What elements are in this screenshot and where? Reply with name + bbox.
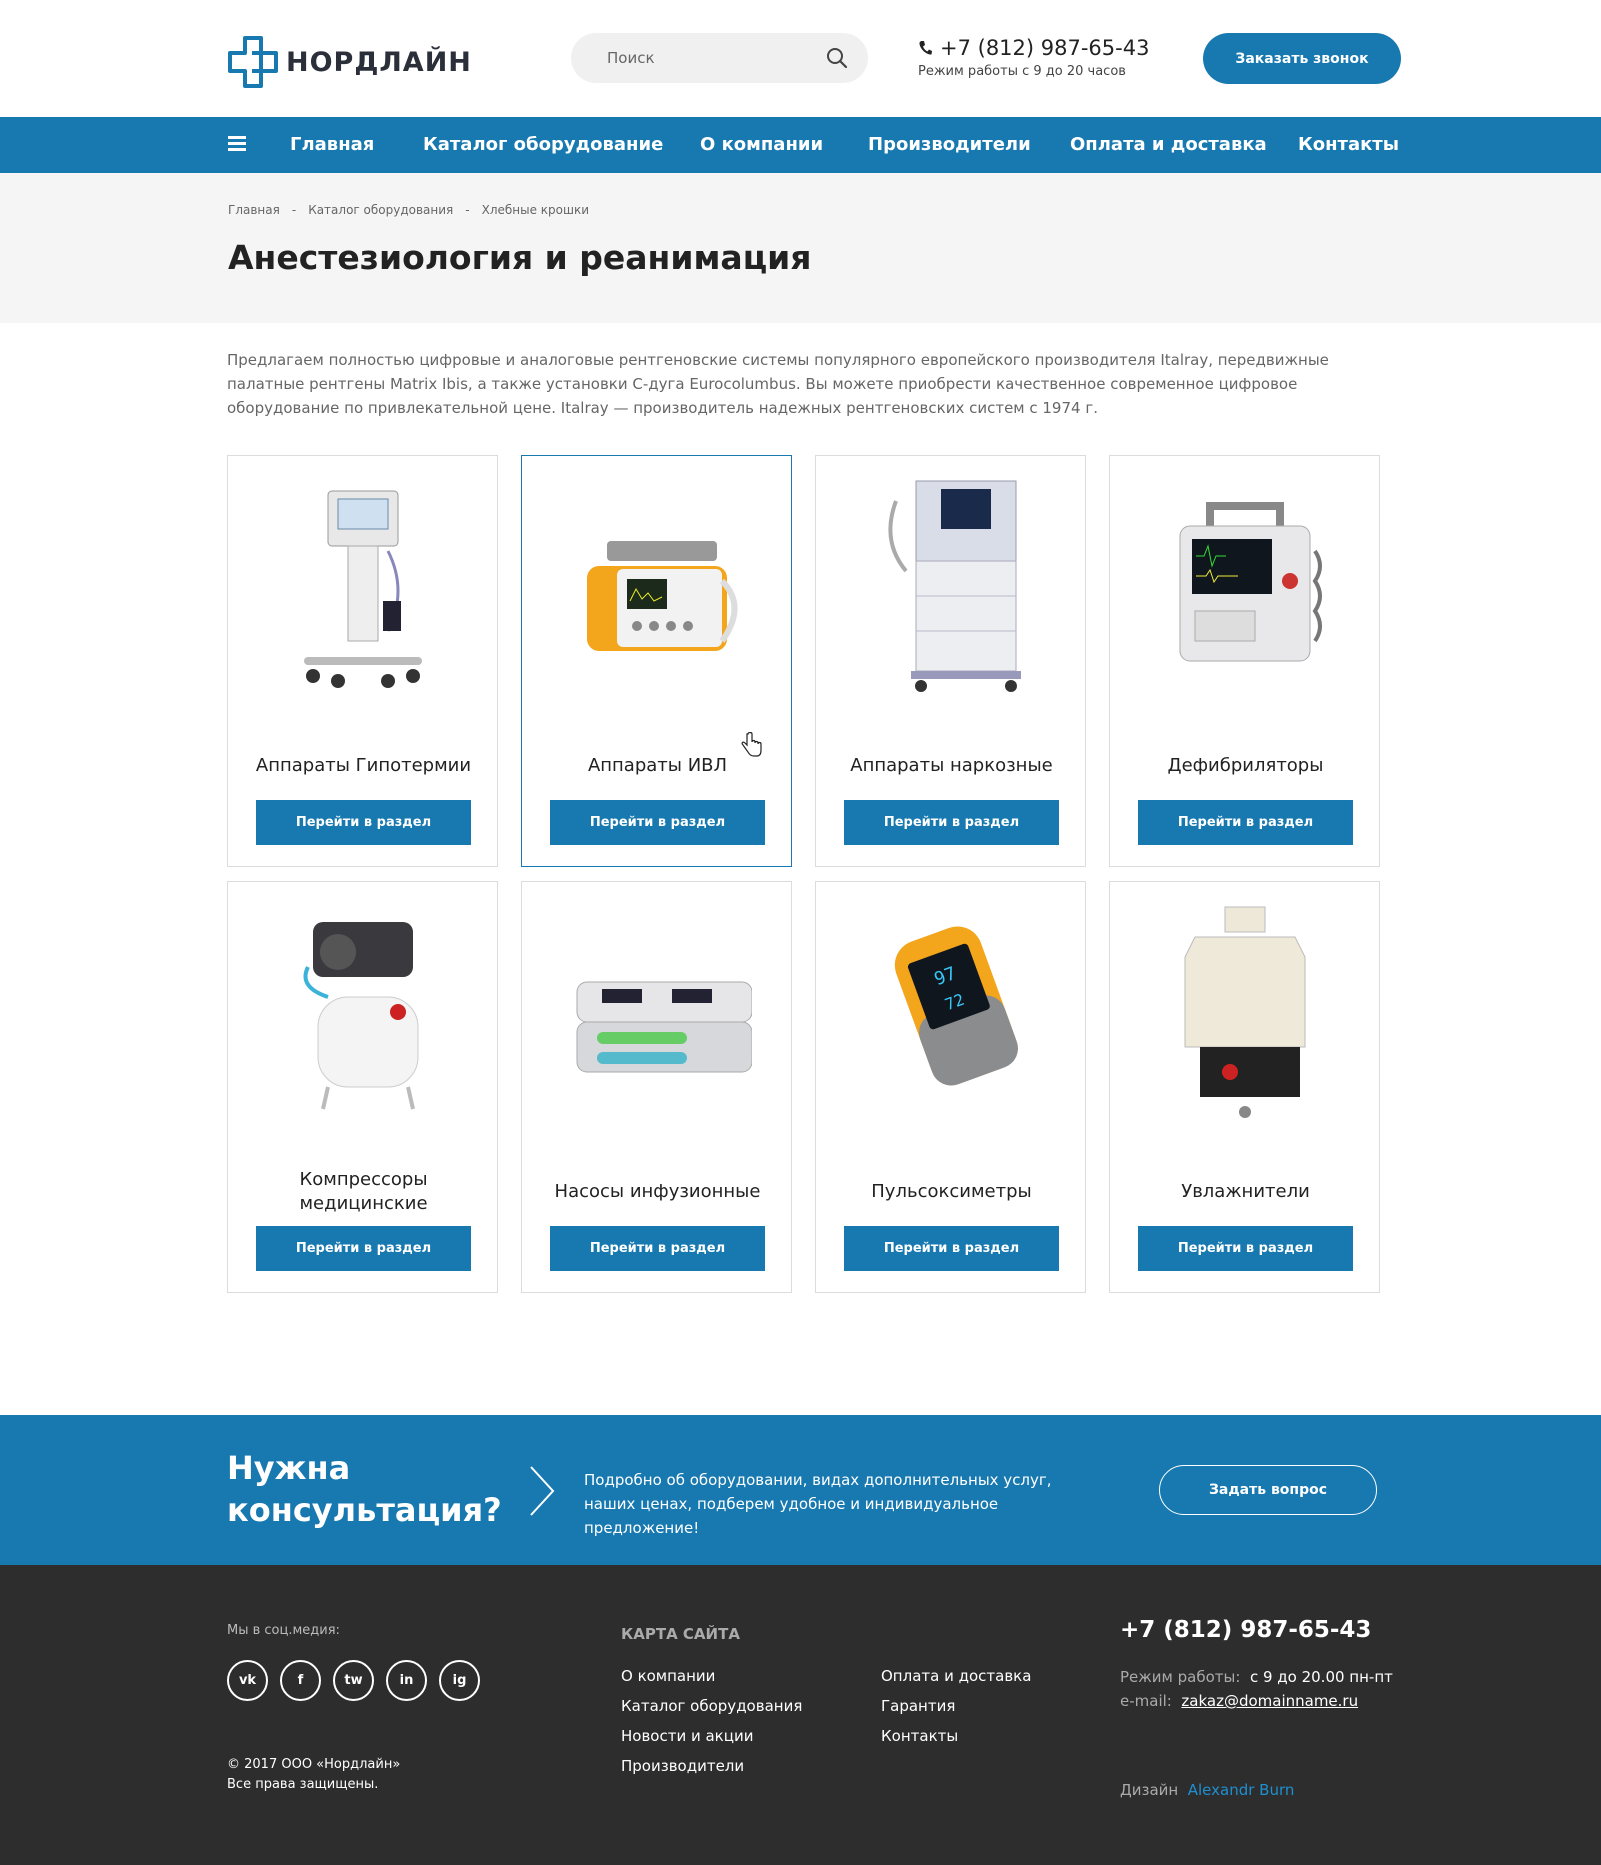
nav-item-about[interactable]: О компании (700, 117, 823, 173)
header-phone-block: +7 (812) 987-65-43 Режим работы с 9 до 2… (918, 36, 1149, 79)
infusion-pump-image (576, 981, 752, 1073)
card-title[interactable]: Компрессоры медицинские (238, 1167, 489, 1217)
category-card[interactable]: 97 72 Пульсоксиметры Перейти в раздел (815, 881, 1086, 1293)
ask-question-button[interactable]: Задать вопрос (1159, 1465, 1377, 1515)
defibrillator-image (1179, 502, 1322, 662)
instagram-icon[interactable]: ig (439, 1660, 480, 1701)
compressor-image (303, 922, 419, 1110)
sitemap-column: Оплата и доставка Гарантия Контакты (881, 1667, 1031, 1757)
footer-contact-info: Режим работы: с 9 до 20.00 пн-пт e-mail:… (1120, 1665, 1393, 1713)
breadcrumb-item-home[interactable]: Главная (228, 203, 280, 217)
consultation-text: Подробно об оборудовании, видах дополнит… (584, 1471, 1052, 1537)
facebook-icon[interactable]: f (280, 1660, 321, 1701)
card-title[interactable]: Аппараты Гипотермии (238, 741, 489, 791)
breadcrumb-separator: - (465, 203, 470, 217)
callback-button[interactable]: Заказать звонок (1203, 33, 1401, 84)
sitemap-title: КАРТА САЙТА (621, 1625, 740, 1643)
main-nav: Главная Каталог оборудование О компании … (0, 117, 1601, 173)
consultation-banner: Нужна консультация? Подробно об оборудов… (0, 1415, 1601, 1565)
category-card[interactable]: Аппараты ИВЛ Перейти в раздел (521, 455, 792, 867)
linkedin-icon[interactable]: in (386, 1660, 427, 1701)
design-label: Дизайн (1120, 1781, 1179, 1799)
footer: Мы в соц.медия: vk f tw in ig © 2017 ООО… (0, 1565, 1601, 1865)
consultation-title: Нужна консультация? (227, 1449, 502, 1529)
sitemap-link-about[interactable]: О компании (621, 1667, 802, 1697)
sitemap-link-contacts[interactable]: Контакты (881, 1727, 1031, 1757)
logo-text: НОРДЛАЙН (286, 46, 472, 78)
category-card[interactable]: Дефибриляторы Перейти в раздел (1109, 455, 1380, 867)
copyright-line: Все права защищены. (227, 1777, 379, 1792)
breadcrumb-separator: - (291, 203, 297, 217)
sitemap-link-manufacturers[interactable]: Производители (621, 1757, 802, 1787)
pulse-oximeter-image: 97 72 (894, 926, 1019, 1086)
go-to-section-button[interactable]: Перейти в раздел (550, 800, 765, 845)
header: НОРДЛАЙН +7 (812) 987-65-43 Режим работы… (0, 0, 1601, 117)
social-links: vk f tw in ig (227, 1660, 480, 1701)
humidifier-image (1184, 906, 1306, 1118)
search-input[interactable] (607, 49, 826, 67)
chevron-right-icon (530, 1466, 555, 1516)
phone-icon (919, 41, 932, 55)
header-hours: Режим работы с 9 до 20 часов (918, 64, 1126, 79)
sitemap-link-catalog[interactable]: Каталог оборудования (621, 1697, 802, 1727)
go-to-section-button[interactable]: Перейти в раздел (256, 1226, 471, 1271)
sitemap-link-warranty[interactable]: Гарантия (881, 1697, 1031, 1727)
nav-item-contacts[interactable]: Контакты (1298, 117, 1399, 173)
hours-label: Режим работы: (1120, 1668, 1241, 1686)
copyright: © 2017 ООО «Нордлайн» Все права защищены… (227, 1755, 400, 1795)
breadcrumb-item-current: Хлебные крошки (481, 203, 590, 217)
sitemap-link-payment[interactable]: Оплата и доставка (881, 1667, 1031, 1697)
logo[interactable]: НОРДЛАЙН (228, 36, 472, 88)
category-card[interactable]: Увлажнители Перейти в раздел (1109, 881, 1380, 1293)
category-card[interactable]: Аппараты наркозные Перейти в раздел (815, 455, 1086, 867)
social-label: Мы в соц.медия: (227, 1623, 340, 1638)
breadcrumb-item-catalog[interactable]: Каталог оборудования (308, 203, 453, 217)
hypothermia-device-image (304, 490, 422, 688)
twitter-icon[interactable]: tw (333, 1660, 374, 1701)
vk-icon[interactable]: vk (227, 1660, 268, 1701)
footer-phone[interactable]: +7 (812) 987-65-43 (1120, 1617, 1371, 1643)
breadcrumb: Главная - Каталог оборудования - Хлебные… (228, 203, 589, 217)
hand-cursor-icon (741, 732, 762, 757)
design-author-link[interactable]: Alexandr Burn (1188, 1781, 1295, 1799)
header-phone-number[interactable]: +7 (812) 987-65-43 (940, 36, 1149, 60)
card-title[interactable]: Насосы инфузионные (532, 1167, 783, 1217)
email-link[interactable]: zakaz@domainname.ru (1181, 1692, 1358, 1710)
sitemap-link-news[interactable]: Новости и акции (621, 1727, 802, 1757)
title-band: Главная - Каталог оборудования - Хлебные… (0, 173, 1601, 323)
design-credit: Дизайн Alexandr Burn (1120, 1781, 1294, 1799)
nav-item-home[interactable]: Главная (290, 117, 374, 173)
copyright-line: © 2017 ООО «Нордлайн» (227, 1757, 401, 1772)
card-title[interactable]: Дефибриляторы (1120, 741, 1371, 791)
go-to-section-button[interactable]: Перейти в раздел (256, 800, 471, 845)
search-icon[interactable] (826, 47, 848, 69)
go-to-section-button[interactable]: Перейти в раздел (844, 800, 1059, 845)
search-box[interactable] (571, 33, 868, 83)
card-title[interactable]: Пульсоксиметры (826, 1167, 1077, 1217)
nav-item-catalog[interactable]: Каталог оборудование (423, 117, 663, 173)
card-title[interactable]: Аппараты наркозные (826, 741, 1077, 791)
nav-item-manufacturers[interactable]: Производители (868, 117, 1031, 173)
card-title[interactable]: Увлажнители (1120, 1167, 1371, 1217)
category-card[interactable]: Аппараты Гипотермии Перейти в раздел (227, 455, 498, 867)
logo-cross-icon (228, 36, 278, 88)
category-card[interactable]: Компрессоры медицинские Перейти в раздел (227, 881, 498, 1293)
email-label: e-mail: (1120, 1692, 1172, 1710)
go-to-section-button[interactable]: Перейти в раздел (1138, 1226, 1353, 1271)
ventilator-image (587, 541, 738, 651)
sitemap-column: О компании Каталог оборудования Новости … (621, 1667, 802, 1787)
nav-item-payment-delivery[interactable]: Оплата и доставка (1070, 117, 1267, 173)
anesthesia-machine-image (888, 480, 1021, 692)
go-to-section-button[interactable]: Перейти в раздел (844, 1226, 1059, 1271)
page-title: Анестезиология и реанимация (228, 238, 812, 277)
go-to-section-button[interactable]: Перейти в раздел (1138, 800, 1353, 845)
category-card[interactable]: Насосы инфузионные Перейти в раздел (521, 881, 792, 1293)
hours-value: с 9 до 20.00 пн-пт (1249, 1668, 1393, 1686)
menu-burger-icon[interactable] (228, 136, 246, 152)
intro-text: Предлагаем полностью цифровые и аналогов… (227, 351, 1329, 417)
go-to-section-button[interactable]: Перейти в раздел (550, 1226, 765, 1271)
